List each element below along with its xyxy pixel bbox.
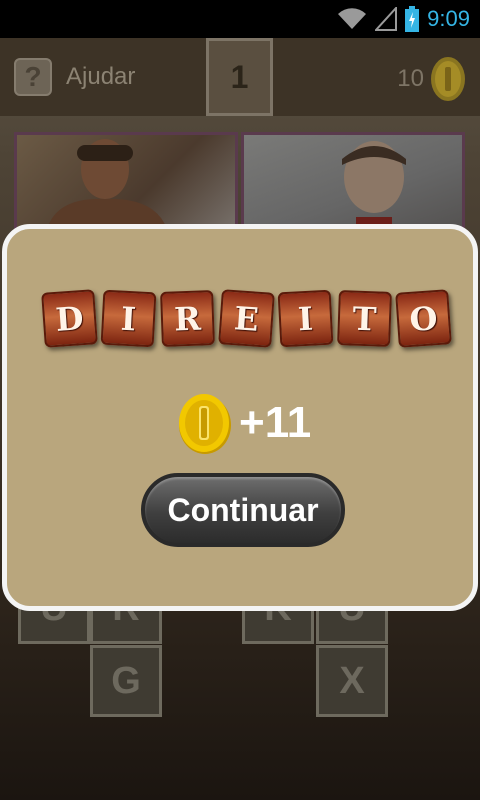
answer-letter: R <box>160 290 215 347</box>
answer-letter: I <box>277 289 334 348</box>
clue-photo-1 <box>14 132 238 232</box>
clue-photo-2 <box>241 132 465 232</box>
wifi-icon <box>337 7 367 31</box>
reward-amount: +11 <box>239 398 312 447</box>
coin-count: 10 <box>397 65 424 92</box>
coin-reward: +11 <box>177 391 311 455</box>
answer-letter: D <box>41 289 98 348</box>
answer-word: D I R E I T O <box>41 289 452 348</box>
answer-letter: T <box>337 290 392 347</box>
gold-coin-icon <box>179 394 231 454</box>
game-header: ? Ajudar 1 10 <box>0 38 480 116</box>
status-bar: 9:09 <box>0 0 480 38</box>
answer-letter: I <box>100 289 157 348</box>
question-mark-icon: ? <box>14 58 52 96</box>
letter-tile-x[interactable]: X <box>316 645 388 717</box>
level-indicator: 1 <box>206 38 273 116</box>
signal-icon <box>375 7 398 31</box>
answer-letter: O <box>395 289 452 348</box>
coin-balance: 10 <box>397 56 466 102</box>
clock: 9:09 <box>427 6 470 31</box>
level-complete-dialog: D I R E I T O +11 Continuar <box>2 224 478 611</box>
battery-charging-icon <box>405 6 420 32</box>
answer-letter: E <box>218 289 275 348</box>
coin-icon <box>431 57 465 101</box>
continue-button[interactable]: Continuar <box>141 473 345 547</box>
help-label: Ajudar <box>66 63 136 90</box>
help-button[interactable]: ? Ajudar <box>14 58 135 96</box>
letter-tile-g[interactable]: G <box>90 645 162 717</box>
